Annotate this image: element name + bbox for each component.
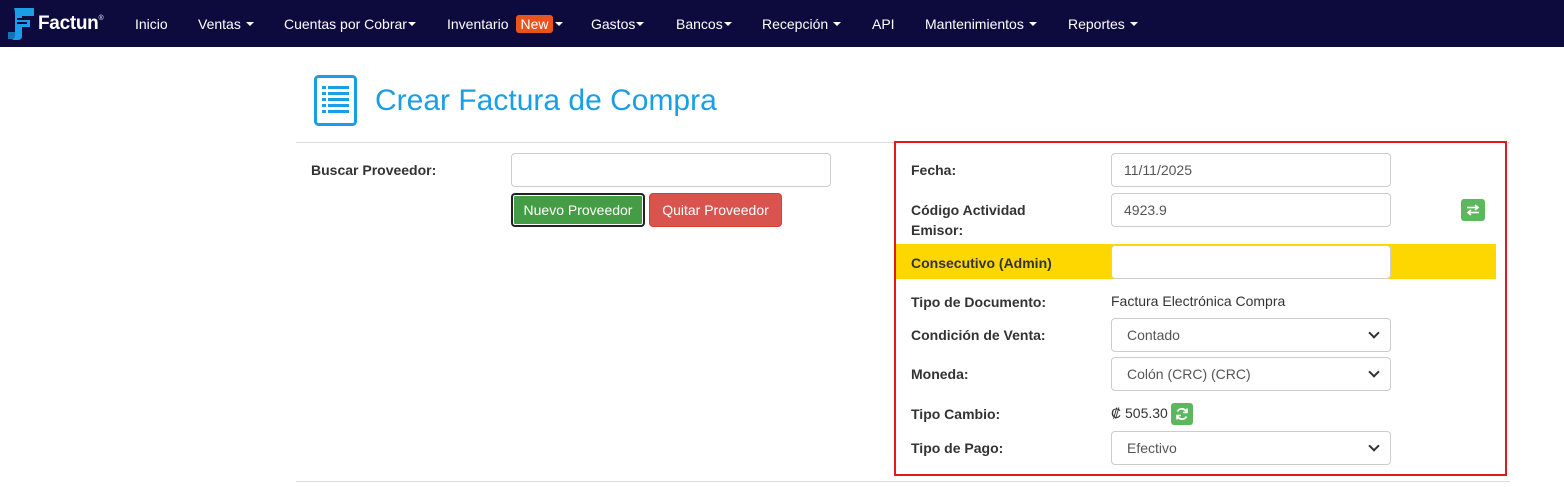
nav-item-bancos[interactable]: Bancos <box>676 0 732 47</box>
divider <box>296 481 1510 482</box>
nav-item-label: Ventas <box>198 15 241 32</box>
tipo-documento-value: Factura Electrónica Compra <box>1111 293 1286 309</box>
tipo-cambio-value: ₡ 505.30 <box>1111 405 1168 421</box>
nav-item-api[interactable]: API <box>872 0 895 47</box>
fecha-label: Fecha: <box>911 162 957 178</box>
top-navbar: Factun ® Inicio Ventas Cuentas por Cobrar… <box>0 0 1564 47</box>
caret-down-icon <box>245 21 254 26</box>
nav-item-label: Reportes <box>1068 15 1125 32</box>
nav-item-label: Gastos <box>591 15 636 32</box>
caret-down-icon <box>833 21 842 26</box>
brand-registered-mark: ® <box>98 14 104 22</box>
fecha-input[interactable]: 11/11/2025 <box>1111 153 1391 187</box>
moneda-label: Moneda: <box>911 366 969 382</box>
document-list-icon <box>314 75 357 126</box>
chevron-down-icon <box>1368 366 1380 378</box>
nav-item-label: Recepción <box>762 15 829 32</box>
actividad-label-line2: Emisor: <box>911 222 964 238</box>
nav-item-inventario[interactable]: Inventario New <box>447 0 563 47</box>
nav-item-inicio[interactable]: Inicio <box>135 0 168 47</box>
condicion-venta-selected: Contado <box>1127 327 1180 343</box>
chevron-down-icon <box>1368 327 1380 339</box>
nav-item-label: Inventario <box>447 15 509 32</box>
caret-down-icon <box>723 21 732 26</box>
nav-item-gastos[interactable]: Gastos <box>591 0 645 47</box>
search-supplier-input[interactable] <box>511 153 831 187</box>
factun-logo-icon <box>8 8 34 40</box>
tipo-documento-label: Tipo de Documento: <box>911 294 1047 310</box>
actividad-label-line1: Código Actividad <box>911 202 1026 218</box>
caret-down-icon <box>1028 21 1037 26</box>
search-supplier-label: Buscar Proveedor: <box>311 162 437 178</box>
condicion-venta-label: Condición de Venta: <box>911 327 1046 343</box>
moneda-selected: Colón (CRC) (CRC) <box>1127 366 1251 382</box>
nav-item-cuentas-por-cobrar[interactable]: Cuentas por Cobrar <box>284 0 416 47</box>
nav-item-recepcion[interactable]: Recepción <box>762 0 842 47</box>
tipo-pago-select[interactable]: Efectivo <box>1111 431 1391 465</box>
refresh-rate-button[interactable] <box>1171 403 1193 425</box>
exchange-arrows-icon <box>1466 204 1480 216</box>
consecutivo-input[interactable] <box>1111 245 1391 279</box>
nav-item-label: Bancos <box>676 15 723 32</box>
tipo-cambio-label: Tipo Cambio: <box>911 406 1001 422</box>
moneda-select[interactable]: Colón (CRC) (CRC) <box>1111 357 1391 391</box>
brand-name: Factun <box>38 13 99 34</box>
nav-item-label: Inicio <box>135 15 168 32</box>
tipo-pago-label: Tipo de Pago: <box>911 440 1004 456</box>
nav-item-label: Cuentas por Cobrar <box>284 15 407 32</box>
nav-item-label: API <box>872 15 895 32</box>
refresh-icon <box>1176 408 1188 420</box>
actividad-input[interactable]: 4923.9 <box>1111 193 1391 227</box>
tipo-pago-selected: Efectivo <box>1127 440 1177 456</box>
brand-logo[interactable]: Factun ® <box>6 5 104 43</box>
caret-down-icon <box>407 21 416 26</box>
new-supplier-button[interactable]: Nuevo Proveedor <box>511 193 645 227</box>
nav-item-mantenimientos[interactable]: Mantenimientos <box>925 0 1037 47</box>
nav-item-reportes[interactable]: Reportes <box>1068 0 1138 47</box>
nav-item-label: Mantenimientos <box>925 15 1024 32</box>
caret-down-icon <box>1129 21 1138 26</box>
swap-activity-button[interactable] <box>1461 199 1485 221</box>
remove-supplier-button[interactable]: Quitar Proveedor <box>649 193 782 227</box>
caret-down-icon <box>554 21 563 26</box>
new-badge: New <box>516 14 553 33</box>
page-title: Crear Factura de Compra <box>375 84 717 117</box>
consecutivo-label: Consecutivo (Admin) <box>911 255 1052 271</box>
caret-down-icon <box>636 21 645 26</box>
nav-item-ventas[interactable]: Ventas <box>198 0 254 47</box>
chevron-down-icon <box>1368 440 1380 452</box>
condicion-venta-select[interactable]: Contado <box>1111 318 1391 352</box>
